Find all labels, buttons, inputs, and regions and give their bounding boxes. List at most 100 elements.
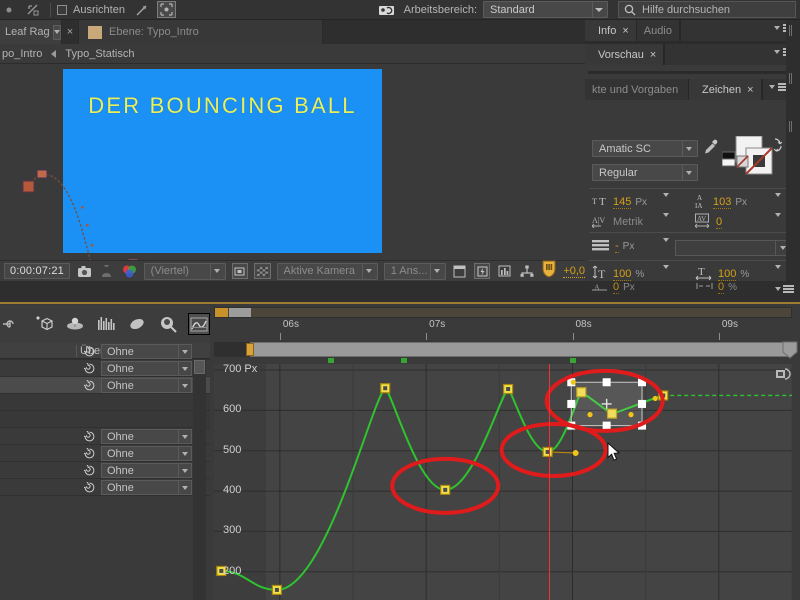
navigator-view-range[interactable] (250, 342, 792, 357)
parent-select[interactable]: Ohne (101, 463, 192, 478)
parent-pickwhip-icon[interactable] (84, 380, 95, 391)
transparency-grid-icon[interactable] (254, 263, 271, 279)
region-of-interest-icon[interactable] (231, 263, 249, 279)
skew-tool-icon[interactable] (131, 1, 153, 19)
parent-pickwhip-icon[interactable] (84, 431, 95, 442)
chevron-down-icon[interactable] (52, 24, 61, 40)
fast-previews-icon[interactable] (473, 263, 491, 279)
parent-pickwhip-icon[interactable] (84, 448, 95, 459)
selection-handle[interactable] (567, 399, 576, 408)
panel-collapse-arrow-icon[interactable] (782, 341, 798, 359)
tab-zeichen[interactable]: Zeichen × (689, 79, 762, 100)
eyedropper-icon[interactable] (703, 139, 719, 155)
font-size-field[interactable]: TT 145 Px (592, 193, 647, 211)
pixel-aspect-icon[interactable] (452, 263, 468, 280)
resolution-select[interactable]: (Viertel) (143, 262, 226, 280)
close-icon[interactable]: × (650, 49, 656, 61)
vertical-scale-stepper[interactable] (663, 265, 669, 281)
playhead-handle[interactable] (541, 260, 557, 278)
stroke-width-stepper[interactable] (663, 238, 669, 254)
table-row[interactable]: Ohne (0, 445, 210, 462)
align-checkbox[interactable] (57, 4, 67, 15)
work-area-start-handle[interactable] (215, 308, 228, 317)
table-row[interactable]: Ohne (0, 343, 210, 360)
baseline-shift-field[interactable]: A 0 Px (592, 281, 635, 294)
project-name-field[interactable]: Leaf Rag (0, 20, 62, 44)
tab-info[interactable]: Info × (585, 20, 637, 41)
table-row[interactable] (0, 411, 210, 428)
tracking-stepper[interactable] (775, 213, 781, 229)
bezier-handle-dot[interactable] (652, 395, 658, 402)
breadcrumb-parent[interactable]: po_Intro (2, 48, 42, 60)
table-row[interactable]: Ohne (0, 377, 210, 394)
graph-canvas[interactable] (214, 364, 792, 600)
work-area-bar[interactable] (214, 307, 792, 318)
parent-select[interactable]: Ohne (101, 344, 192, 359)
new-shape-icon[interactable] (33, 313, 55, 335)
timeline-navigator[interactable] (214, 342, 792, 357)
help-search-box[interactable]: Hilfe durchsuchen (618, 1, 796, 18)
font-size-stepper[interactable] (663, 193, 669, 209)
snapshot-camera-icon[interactable] (76, 263, 92, 280)
navigator-left-handle[interactable] (246, 343, 254, 356)
parent-pickwhip-icon[interactable] (84, 465, 95, 476)
pick-whip-icon[interactable] (2, 313, 24, 335)
time-ruler[interactable]: 06s 07s 08s 09s (214, 319, 792, 341)
parent-select[interactable]: Ohne (101, 480, 192, 495)
table-row[interactable]: Ohne (0, 479, 210, 496)
keyframe-marker[interactable] (401, 358, 408, 363)
bezier-handle-dot[interactable] (628, 412, 634, 418)
parent-pickwhip-icon[interactable] (84, 346, 95, 357)
smoother-icon[interactable] (126, 313, 148, 335)
tab-effects-presets[interactable]: kte und Vorgaben (585, 79, 689, 100)
snapping-dot-icon[interactable] (0, 1, 22, 19)
parent-select[interactable]: Ohne (101, 361, 192, 376)
bezier-handle-dot[interactable] (587, 412, 593, 418)
selection-handle[interactable] (602, 378, 611, 387)
font-family-select[interactable]: Amatic SC (592, 140, 698, 157)
breadcrumb-current[interactable]: Typo_Statisch (65, 48, 134, 60)
motion-blur-icon[interactable] (64, 313, 86, 335)
tab-layer-typo-intro[interactable]: Ebene: Typo_Intro (78, 20, 323, 44)
selection-handle[interactable] (638, 399, 647, 408)
keyframe-marker[interactable] (569, 358, 576, 363)
table-row[interactable]: Ohne (0, 462, 210, 479)
bezier-handle-dot[interactable] (572, 449, 579, 456)
graph-editor-icon[interactable] (188, 313, 210, 335)
views-select[interactable]: 1 Ans... (383, 262, 446, 280)
value-graph-editor[interactable]: 700 Px 600 500 400 300 200 (214, 364, 792, 600)
workspace-select[interactable]: Standard (483, 1, 608, 18)
bezier-handle-dot[interactable] (570, 379, 576, 385)
composition-canvas[interactable]: DER BOUNCING BALL (63, 69, 382, 253)
parent-select[interactable]: Ohne (101, 378, 192, 393)
exposure-value[interactable]: +0,0 (563, 265, 586, 278)
timeline-graph-icon[interactable] (496, 263, 512, 280)
tsume-field[interactable]: 0 % (695, 281, 737, 294)
scrollbar-thumb[interactable] (194, 360, 205, 374)
layer-vertical-scrollbar[interactable] (193, 359, 206, 600)
table-row[interactable]: Ohne (0, 360, 210, 377)
keyframe-marker[interactable] (328, 358, 335, 363)
workspace-icon[interactable] (376, 1, 398, 19)
graph-options-icon[interactable] (775, 366, 791, 382)
fill-stroke-swatches[interactable] (722, 136, 786, 184)
kerning-stepper[interactable] (663, 213, 669, 229)
current-timecode[interactable]: 0:00:07:21 (4, 263, 70, 279)
parent-select[interactable]: Ohne (101, 429, 192, 444)
table-row[interactable] (0, 394, 210, 411)
stroke-type-select[interactable] (675, 240, 790, 256)
parent-select[interactable]: Ohne (101, 446, 192, 461)
font-style-select[interactable]: Regular (592, 164, 698, 181)
show-snapshot-icon[interactable] (98, 263, 114, 280)
horizontal-scale-stepper[interactable] (775, 265, 781, 281)
close-icon[interactable]: × (622, 25, 628, 37)
tracking-field[interactable]: AV 0 (694, 213, 723, 231)
parent-pickwhip-icon[interactable] (84, 363, 95, 374)
parent-pickwhip-icon[interactable] (84, 482, 95, 493)
close-icon[interactable]: × (747, 84, 753, 96)
kerning-field[interactable]: A|V Metrik (591, 213, 643, 231)
leading-stepper[interactable] (775, 193, 781, 209)
3d-renderer-icon[interactable] (519, 263, 535, 280)
motion-sketch-icon[interactable] (95, 313, 117, 335)
table-row[interactable]: Ohne (0, 428, 210, 445)
